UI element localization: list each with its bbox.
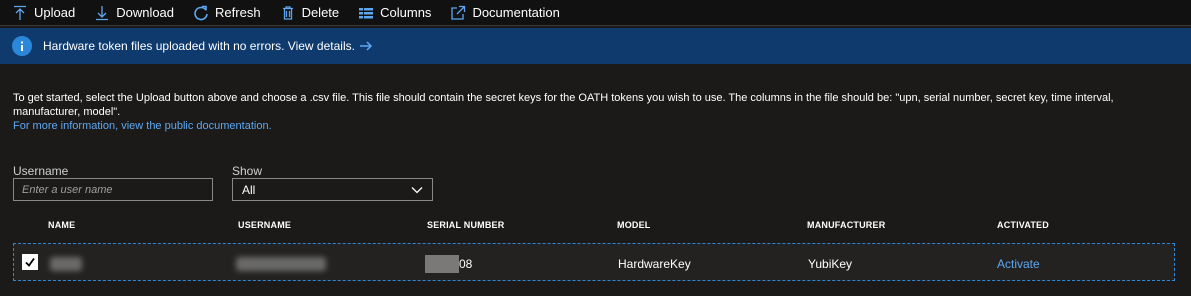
activate-link[interactable]: Activate xyxy=(997,257,1040,271)
external-link-icon xyxy=(450,5,466,21)
documentation-button[interactable]: Documentation xyxy=(450,5,560,21)
arrow-right-icon[interactable] xyxy=(359,39,373,53)
table-row[interactable]: 08 HardwareKey YubiKey Activate xyxy=(13,243,1175,281)
chevron-down-icon xyxy=(411,187,423,194)
column-header-username[interactable]: USERNAME xyxy=(238,220,291,230)
row-model: HardwareKey xyxy=(618,257,691,271)
show-label: Show xyxy=(232,164,263,178)
column-header-name[interactable]: NAME xyxy=(48,220,75,230)
serial-redacted xyxy=(425,255,459,273)
row-checkbox[interactable] xyxy=(22,254,38,270)
command-bar: Upload Download Refresh Delete Columns D… xyxy=(0,0,1191,26)
username-label: Username xyxy=(13,164,69,178)
checkmark-icon xyxy=(25,257,35,267)
upload-status-banner[interactable]: Hardware token files uploaded with no er… xyxy=(0,28,1191,64)
row-serial-suffix: 08 xyxy=(459,257,473,271)
banner-message[interactable]: Hardware token files uploaded with no er… xyxy=(43,39,355,53)
refresh-button[interactable]: Refresh xyxy=(193,5,261,21)
instructions-text: To get started, select the Upload button… xyxy=(13,92,1114,118)
delete-label: Delete xyxy=(301,5,340,20)
delete-button[interactable]: Delete xyxy=(280,5,340,21)
download-label: Download xyxy=(116,5,175,20)
columns-label: Columns xyxy=(380,5,432,20)
column-header-serial-number[interactable]: SERIAL NUMBER xyxy=(427,220,504,230)
upload-button[interactable]: Upload xyxy=(12,5,75,21)
column-header-activated[interactable]: ACTIVATED xyxy=(997,220,1049,230)
name-redacted xyxy=(50,257,82,271)
column-header-manufacturer[interactable]: MANUFACTURER xyxy=(807,220,885,230)
documentation-label: Documentation xyxy=(472,5,560,20)
download-button[interactable]: Download xyxy=(94,5,174,21)
column-header-model[interactable]: MODEL xyxy=(617,220,651,230)
username-redacted xyxy=(236,257,326,271)
username-search-input[interactable] xyxy=(13,178,213,201)
upload-label: Upload xyxy=(34,5,76,20)
download-icon xyxy=(94,5,110,21)
show-dropdown[interactable]: All xyxy=(232,178,433,201)
show-selected-value: All xyxy=(242,182,256,197)
instructions: To get started, select the Upload button… xyxy=(13,91,1183,133)
info-icon xyxy=(12,36,32,56)
documentation-link[interactable]: For more information, view the public do… xyxy=(13,119,1183,133)
row-manufacturer: YubiKey xyxy=(808,257,853,271)
trash-icon xyxy=(280,5,296,21)
refresh-label: Refresh xyxy=(215,5,261,20)
refresh-icon xyxy=(193,5,209,21)
upload-icon xyxy=(12,5,28,21)
columns-button[interactable]: Columns xyxy=(358,5,431,21)
columns-icon xyxy=(358,5,374,21)
